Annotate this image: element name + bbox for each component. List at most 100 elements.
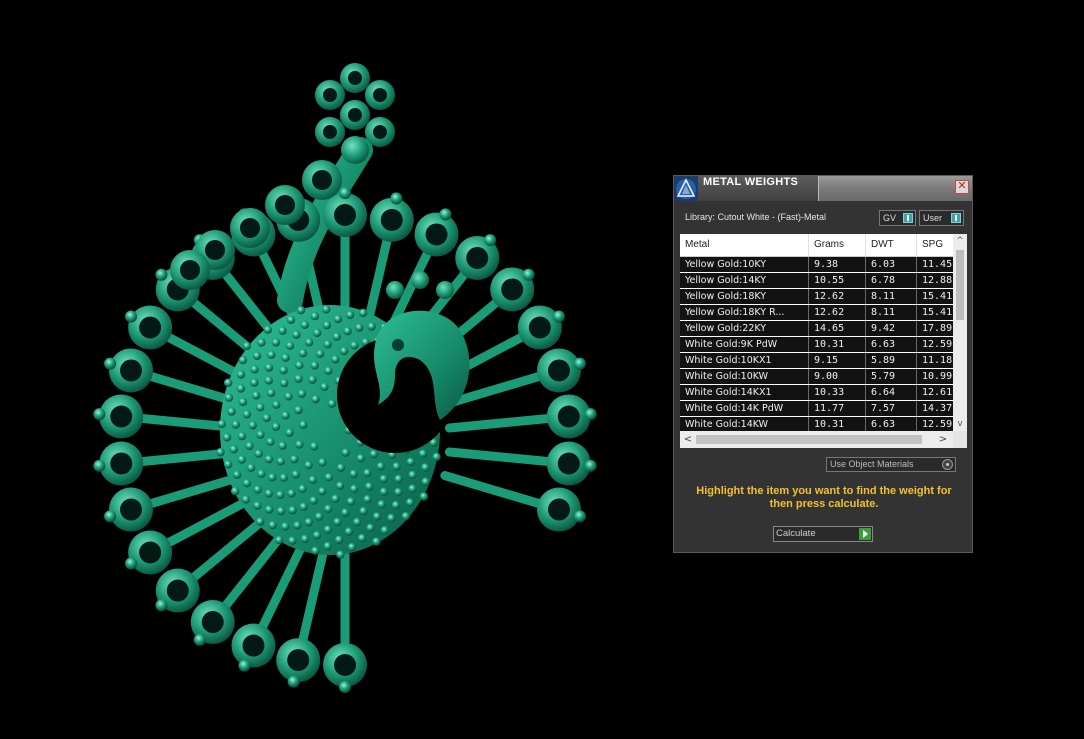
dwt-cell: 7.57 <box>866 401 917 416</box>
gv-label: GV <box>883 213 897 223</box>
close-icon: ✕ <box>957 180 967 192</box>
scroll-down-icon[interactable]: v <box>953 417 967 431</box>
body-gem <box>295 361 304 370</box>
table-row[interactable]: Yellow Gold:18KY R... 12.62 8.11 15.41 <box>680 305 967 320</box>
body-gem <box>336 550 345 559</box>
body-gem <box>314 512 324 521</box>
body-gem <box>311 395 320 404</box>
body-gem <box>230 486 240 496</box>
body-gem <box>242 479 252 488</box>
column-header-grams[interactable]: Grams <box>809 234 866 256</box>
vertical-scrollbar[interactable]: ^ v <box>953 234 967 431</box>
dwt-cell: 6.63 <box>866 417 917 431</box>
body-gem <box>349 484 359 493</box>
body-gem <box>359 506 368 516</box>
grams-cell: 10.31 <box>809 417 866 431</box>
ring-hole <box>275 195 295 215</box>
body-gem <box>292 330 301 339</box>
ring-hole <box>180 260 200 280</box>
body-gem <box>236 384 246 393</box>
body-gem <box>408 484 417 493</box>
use-object-materials-label: Use Object Materials <box>830 459 914 469</box>
user-toggle[interactable]: User <box>919 210 964 226</box>
body-gem <box>405 498 415 507</box>
table-row[interactable]: White Gold:10KX1 9.15 5.89 11.18 <box>680 353 967 368</box>
body-gem <box>267 350 276 359</box>
calculate-button[interactable]: Calculate <box>773 526 873 542</box>
body-gem <box>387 513 396 523</box>
body-gem <box>392 462 401 471</box>
grams-cell: 9.00 <box>809 369 866 384</box>
column-header-dwt[interactable]: DWT <box>866 234 917 256</box>
table-row[interactable]: Yellow Gold:22KY 14.65 9.42 17.89 <box>680 321 967 336</box>
gv-toggle[interactable]: GV <box>879 210 916 226</box>
body-gem <box>264 376 273 385</box>
close-button[interactable]: ✕ <box>955 180 969 194</box>
scroll-up-icon[interactable]: ^ <box>953 234 967 248</box>
body-gem <box>304 517 313 527</box>
ring-hole <box>242 634 265 657</box>
body-gem <box>236 370 246 379</box>
metal-cell: Yellow Gold:14KY <box>680 273 809 288</box>
body-gem <box>336 463 346 472</box>
body-gem <box>245 441 254 451</box>
bead <box>573 357 586 370</box>
bead <box>584 459 597 472</box>
body-gem <box>227 407 236 416</box>
column-header-spg[interactable]: SPG <box>917 234 957 256</box>
dwt-cell: 8.11 <box>866 305 917 320</box>
table-row[interactable]: Yellow Gold:10KY 9.38 6.03 11.45 <box>680 257 967 272</box>
use-object-materials-toggle[interactable]: Use Object Materials <box>826 457 956 472</box>
body-gem <box>356 454 365 463</box>
table-row[interactable]: White Gold:14KW 10.31 6.63 12.59 <box>680 417 967 431</box>
body-gem <box>229 445 238 454</box>
grams-cell: 9.38 <box>809 257 866 272</box>
body-gem <box>248 421 257 430</box>
body-gem <box>288 505 297 515</box>
body-gem <box>293 521 302 530</box>
body-gem <box>312 531 322 540</box>
body-gem <box>279 366 288 375</box>
body-gem <box>322 320 332 330</box>
table-row[interactable]: Yellow Gold:18KY 12.62 8.11 15.41 <box>680 289 967 304</box>
horizontal-scroll-thumb[interactable] <box>696 435 922 444</box>
body-gem <box>369 449 379 459</box>
metal-cell: White Gold:14KW <box>680 417 809 431</box>
dwt-cell: 6.78 <box>866 273 917 288</box>
bead <box>125 557 138 570</box>
body-gem <box>241 495 251 504</box>
ring-hole <box>201 611 224 634</box>
body-gem <box>242 410 252 419</box>
body-gem <box>278 326 287 335</box>
table-row[interactable]: Yellow Gold:14KY 10.55 6.78 12.88 <box>680 273 967 288</box>
ring-hole <box>334 204 356 226</box>
body-gem <box>217 419 226 429</box>
body-gem <box>339 346 349 356</box>
body-gem <box>377 500 386 509</box>
scroll-right-icon[interactable]: > <box>935 431 951 448</box>
ring-hole <box>139 316 162 339</box>
body-gem <box>335 481 345 490</box>
title-bar[interactable]: METAL WEIGHTS ✕ <box>674 176 972 201</box>
table-row[interactable]: White Gold:14K PdW 11.77 7.57 14.37 <box>680 401 967 416</box>
body-gem <box>264 489 273 498</box>
horizontal-scrollbar[interactable]: < > <box>680 431 967 448</box>
body-gem <box>224 393 234 402</box>
spg-cell: 15.41 <box>922 307 953 318</box>
toggle-switch-icon <box>951 213 961 223</box>
body-gem <box>309 496 318 505</box>
ring-hole <box>139 541 162 564</box>
spg-cell: 15.41 <box>922 291 953 302</box>
ring-hole <box>373 125 387 139</box>
body-gem <box>284 392 293 401</box>
scroll-left-icon[interactable]: < <box>680 431 696 448</box>
table-row[interactable]: White Gold:10KW 9.00 5.79 10.99 <box>680 369 967 384</box>
3d-viewport[interactable] <box>0 0 660 739</box>
body-gem <box>401 512 410 521</box>
vertical-scroll-thumb[interactable] <box>956 250 964 320</box>
column-header-metal[interactable]: Metal <box>680 234 809 256</box>
table-row[interactable]: White Gold:14KX1 10.33 6.64 12.61 <box>680 385 967 400</box>
body-gem <box>332 332 341 341</box>
table-row[interactable]: White Gold:9K PdW 10.31 6.63 12.59 <box>680 337 967 352</box>
body-gem <box>255 517 265 526</box>
